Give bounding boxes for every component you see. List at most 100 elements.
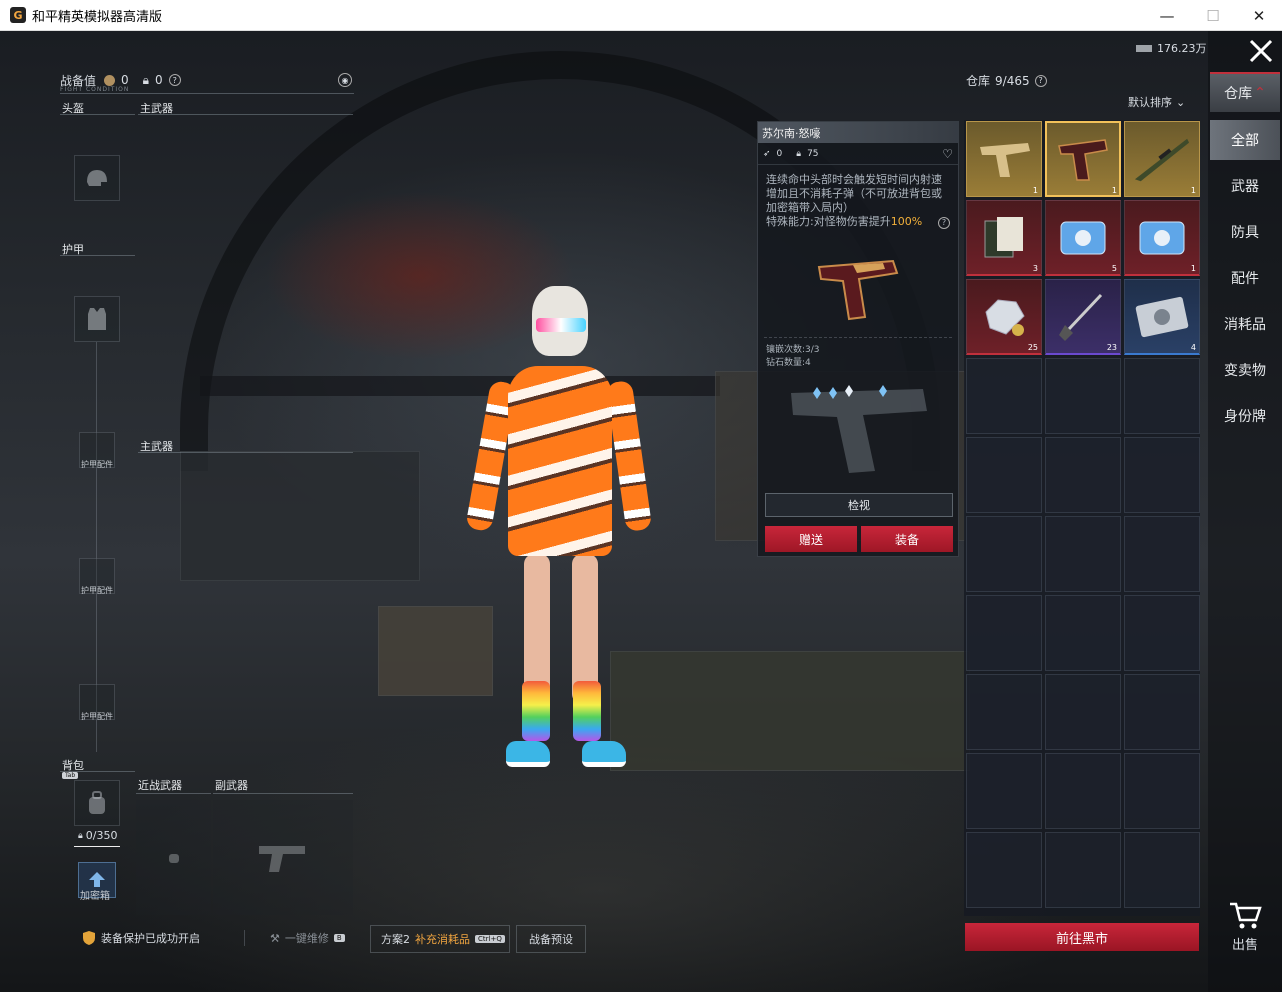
inventory-item[interactable]: 5	[1045, 200, 1121, 276]
character-right-sock	[573, 681, 601, 741]
weight-icon: 🔒︎	[78, 830, 83, 841]
divider	[60, 771, 135, 772]
item-quantity: 1	[1190, 186, 1196, 195]
shovel-icon	[1054, 288, 1112, 345]
sell-button[interactable]: 出售	[1222, 900, 1268, 953]
character-left-shoe	[506, 741, 550, 767]
close-window-button[interactable]: ✕	[1236, 0, 1282, 31]
empty-inventory-slot[interactable]	[966, 595, 1042, 671]
item-quantity: 23	[1106, 343, 1117, 352]
melee-weapon-label: 近战武器	[138, 779, 182, 792]
plan-supply-button[interactable]: 方案2 补充消耗品 Ctrl+Q	[370, 925, 510, 953]
nav-consumables[interactable]: 消耗品	[1210, 304, 1280, 344]
armor-attachment-label: 护甲配件	[81, 712, 113, 721]
golden-pistol-icon	[975, 130, 1033, 188]
item-quantity: 1	[1111, 186, 1117, 195]
pistol-icon	[1054, 130, 1112, 188]
nav-warehouse[interactable]: 仓库 ⌃	[1210, 72, 1280, 112]
character-dress	[508, 366, 612, 556]
item-quantity: 1	[1190, 264, 1196, 273]
protection-text: 装备保护已成功开启	[101, 932, 200, 945]
empty-inventory-slot[interactable]	[1124, 358, 1200, 434]
inventory-item[interactable]: 4	[1124, 279, 1200, 355]
empty-inventory-slot[interactable]	[1124, 674, 1200, 750]
secondary-weapon-slot[interactable]	[213, 800, 353, 915]
inspect-button[interactable]: 检视	[765, 493, 953, 517]
document-icon	[975, 209, 1033, 266]
empty-inventory-slot[interactable]	[966, 674, 1042, 750]
repair-all-button[interactable]: ⚒ 一键维修 B	[270, 930, 345, 946]
nav-id-card[interactable]: 身份牌	[1210, 396, 1280, 436]
inventory-item[interactable]: 1	[966, 121, 1042, 197]
supply-label: 补充消耗品	[415, 933, 470, 946]
help-icon[interactable]: ?	[938, 217, 950, 229]
secondary-weapon-label: 副武器	[215, 779, 248, 792]
nav-weapons[interactable]: 武器	[1210, 166, 1280, 206]
helmet-slot[interactable]	[74, 155, 120, 201]
currency-display: 176.23万	[1135, 40, 1207, 56]
empty-inventory-slot[interactable]	[1045, 437, 1121, 513]
warehouse-grid: 1 1 1 3 5 1 25 23 4	[964, 120, 1200, 916]
armor-slot[interactable]	[74, 296, 120, 342]
nav-sellables[interactable]: 变卖物	[1210, 350, 1280, 390]
diamond-slots-preview	[758, 370, 958, 480]
warehouse-capacity: 9/465	[995, 73, 1030, 88]
empty-inventory-slot[interactable]	[1124, 753, 1200, 829]
empty-inventory-slot[interactable]	[966, 832, 1042, 908]
gift-button[interactable]: 赠送	[765, 526, 857, 552]
item-stat-a: 0	[776, 148, 783, 159]
empty-inventory-slot[interactable]	[1124, 595, 1200, 671]
inlay-count: 镶嵌次数:3/3	[766, 345, 820, 355]
inventory-item[interactable]: 1	[1045, 121, 1121, 197]
help-icon[interactable]: ?	[1034, 74, 1047, 87]
empty-inventory-slot[interactable]	[966, 753, 1042, 829]
empty-inventory-slot[interactable]	[966, 437, 1042, 513]
empty-inventory-slot[interactable]	[1045, 832, 1121, 908]
eye-icon[interactable]: ◉	[338, 73, 352, 87]
nav-armor[interactable]: 防具	[1210, 212, 1280, 252]
melee-weapon-slot[interactable]	[136, 800, 211, 915]
favorite-heart-icon[interactable]: ♡	[942, 147, 953, 161]
inventory-item[interactable]: 1	[1124, 200, 1200, 276]
divider	[138, 114, 353, 115]
item-detail-card: 苏尔南·怒嚎 ➶ 0 🔒︎ 75 ♡ 连续命中头部时会触发短时间内射速增加且不消…	[757, 121, 959, 557]
empty-inventory-slot[interactable]	[1045, 516, 1121, 592]
maximize-button[interactable]: ☐	[1190, 0, 1236, 31]
currency-value: 176.23万	[1157, 42, 1207, 55]
empty-inventory-slot[interactable]	[1124, 832, 1200, 908]
nav-warehouse-label: 仓库	[1224, 86, 1253, 102]
nav-attachments[interactable]: 配件	[1210, 258, 1280, 298]
sort-dropdown[interactable]: 默认排序 ⌄	[1128, 94, 1185, 110]
preset-button[interactable]: 战备预设	[516, 925, 586, 953]
repair-hotkey: B	[333, 934, 345, 942]
black-market-button[interactable]: 前往黑市	[965, 923, 1199, 951]
item-stats: ➶ 0 🔒︎ 75 ♡	[758, 143, 958, 165]
capacity-bar	[74, 846, 120, 847]
empty-inventory-slot[interactable]	[1124, 516, 1200, 592]
empty-inventory-slot[interactable]	[966, 358, 1042, 434]
equip-button[interactable]: 装备	[861, 526, 953, 552]
inventory-item[interactable]: 3	[966, 200, 1042, 276]
help-icon[interactable]: ?	[168, 74, 181, 86]
minimize-button[interactable]: —	[1144, 0, 1190, 31]
inventory-item[interactable]: 25	[966, 279, 1042, 355]
empty-inventory-slot[interactable]	[1045, 674, 1121, 750]
empty-inventory-slot[interactable]	[1045, 753, 1121, 829]
character-right-arm	[605, 379, 653, 533]
nav-all[interactable]: 全部	[1210, 120, 1280, 160]
divider	[60, 114, 135, 115]
equipment-value-a: 0	[121, 73, 129, 87]
diamond-count: 钻石数量:4	[766, 358, 811, 368]
empty-inventory-slot[interactable]	[966, 516, 1042, 592]
close-icon[interactable]	[1246, 36, 1276, 66]
card-icon	[1133, 209, 1191, 266]
empty-inventory-slot[interactable]	[1045, 358, 1121, 434]
item-quantity: 25	[1027, 343, 1038, 352]
empty-inventory-slot[interactable]	[1045, 595, 1121, 671]
armor-icon	[88, 308, 106, 330]
inventory-item[interactable]: 1	[1124, 121, 1200, 197]
inventory-item[interactable]: 23	[1045, 279, 1121, 355]
armor-attachment-label: 护甲配件	[81, 586, 113, 595]
empty-inventory-slot[interactable]	[1124, 437, 1200, 513]
backpack-slot[interactable]	[74, 780, 120, 826]
